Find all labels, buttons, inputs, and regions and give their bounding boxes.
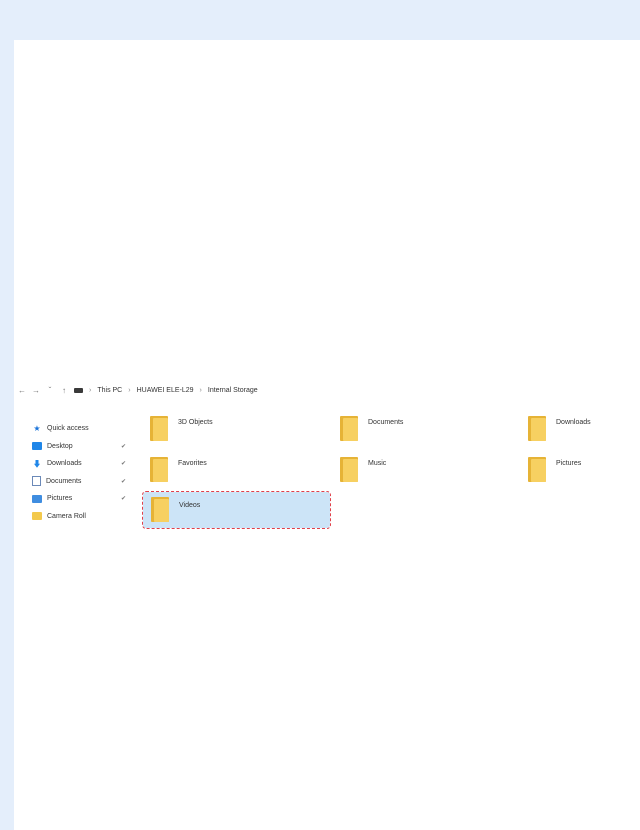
folder-icon bbox=[528, 415, 546, 441]
folder-item-music[interactable]: Music bbox=[340, 456, 386, 482]
folder-label: Music bbox=[368, 460, 387, 467]
breadcrumb-separator-icon: › bbox=[89, 386, 92, 394]
sidebar-item-label: Quick access bbox=[47, 425, 89, 433]
folder-icon bbox=[151, 496, 169, 522]
folder-item-pictures[interactable]: Pictures bbox=[528, 456, 581, 482]
folder-label: Favorites bbox=[178, 460, 207, 467]
sidebar-item-label: Camera Roll bbox=[47, 512, 86, 520]
sidebar-item-pictures[interactable]: Pictures ✔ bbox=[32, 490, 132, 508]
breadcrumb-internal-storage[interactable]: Internal Storage bbox=[208, 387, 258, 394]
sidebar-item-label: Pictures bbox=[47, 495, 73, 503]
breadcrumb-separator-icon: › bbox=[199, 386, 202, 394]
star-icon: ★ bbox=[33, 423, 41, 433]
folder-item-3d-objects[interactable]: 3D Objects bbox=[150, 415, 213, 441]
folder-icon bbox=[150, 415, 168, 441]
sidebar-item-quick-access[interactable]: ★ Quick access bbox=[32, 420, 132, 438]
folder-label: 3D Objects bbox=[178, 419, 213, 426]
folder-icon bbox=[340, 415, 358, 441]
folder-item-downloads[interactable]: Downloads bbox=[528, 415, 591, 441]
navigation-pane: ★ Quick access Desktop ✔ Downloads ✔ Doc… bbox=[32, 420, 132, 525]
folder-item-favorites[interactable]: Favorites bbox=[150, 456, 207, 482]
download-icon bbox=[34, 459, 40, 468]
pin-icon: ✔ bbox=[121, 461, 127, 468]
desktop-icon bbox=[32, 442, 42, 451]
sidebar-item-downloads[interactable]: Downloads ✔ bbox=[32, 455, 132, 473]
sidebar-item-camera-roll[interactable]: Camera Roll bbox=[32, 508, 132, 526]
pin-icon: ✔ bbox=[121, 443, 127, 450]
sidebar-item-label: Documents bbox=[46, 477, 82, 485]
this-pc-icon bbox=[74, 387, 83, 393]
sidebar-item-documents[interactable]: Documents ✔ bbox=[32, 473, 132, 491]
breadcrumb-device[interactable]: HUAWEI ELE-L29 bbox=[137, 387, 194, 394]
sidebar-item-label: Downloads bbox=[47, 460, 82, 468]
folder-icon bbox=[32, 512, 42, 521]
document-icon bbox=[32, 476, 41, 487]
sidebar-item-desktop[interactable]: Desktop ✔ bbox=[32, 438, 132, 456]
breadcrumb-separator-icon: › bbox=[128, 386, 131, 394]
back-arrow-icon[interactable]: ← bbox=[18, 386, 26, 395]
sidebar-item-label: Desktop bbox=[47, 442, 73, 450]
breadcrumb-this-pc[interactable]: This PC bbox=[97, 387, 122, 394]
folder-item-videos[interactable]: Videos bbox=[142, 491, 331, 529]
folder-icon bbox=[150, 456, 168, 482]
pictures-icon bbox=[32, 494, 42, 503]
address-bar: ← → ˇ ↑ › This PC › HUAWEI ELE-L29 › Int… bbox=[18, 382, 618, 398]
chevron-down-icon[interactable]: ˇ bbox=[46, 386, 54, 395]
folder-label: Videos bbox=[179, 502, 201, 509]
folder-icon bbox=[528, 456, 546, 482]
forward-arrow-icon[interactable]: → bbox=[32, 386, 40, 395]
pin-icon: ✔ bbox=[121, 496, 127, 503]
folder-label: Downloads bbox=[556, 419, 591, 426]
up-arrow-icon[interactable]: ↑ bbox=[60, 386, 68, 395]
pin-icon: ✔ bbox=[121, 478, 127, 485]
folder-icon bbox=[340, 456, 358, 482]
folder-label: Documents bbox=[368, 419, 404, 426]
folder-label: Pictures bbox=[556, 460, 582, 467]
folder-item-documents[interactable]: Documents bbox=[340, 415, 403, 441]
